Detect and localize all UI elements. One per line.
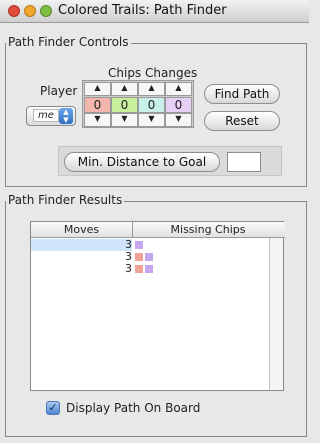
table-row[interactable]: 3 xyxy=(31,239,271,251)
table-row[interactable]: 3 xyxy=(31,263,271,275)
row-moves: 3 xyxy=(125,262,132,275)
window-title: Colored Trails: Path Finder xyxy=(58,3,227,18)
chip-up-button-3[interactable]: ▲ xyxy=(138,82,165,96)
missing-chip xyxy=(135,241,143,249)
chip-value-3: 0 xyxy=(138,97,165,113)
chip-value-1: 0 xyxy=(84,97,111,113)
missing-chip xyxy=(135,253,143,261)
player-value: me xyxy=(33,109,59,122)
stepper-arrows-icon: ▲ ▼ xyxy=(59,108,73,124)
table-row[interactable]: 3 xyxy=(31,251,271,263)
missing-chip xyxy=(145,253,153,261)
chip-up-button-2[interactable]: ▲ xyxy=(111,82,138,96)
chip-down-button-4[interactable]: ▼ xyxy=(165,113,192,127)
display-path-checkbox[interactable]: ✓ xyxy=(46,401,60,415)
chip-up-button-1[interactable]: ▲ xyxy=(84,82,111,96)
player-label: Player xyxy=(40,84,78,98)
results-group-title: Path Finder Results xyxy=(6,193,125,207)
minimize-icon[interactable] xyxy=(24,5,36,17)
results-table-header: Moves Missing Chips xyxy=(31,222,285,238)
find-path-button[interactable]: Find Path xyxy=(204,84,280,104)
title-bar: Colored Trails: Path Finder xyxy=(0,0,309,23)
chip-value-4: 0 xyxy=(165,97,192,113)
row-moves: 3 xyxy=(125,250,132,263)
min-distance-field[interactable] xyxy=(227,152,261,172)
row-moves: 3 xyxy=(31,239,132,251)
results-scrollbar[interactable] xyxy=(269,238,283,390)
zoom-icon[interactable] xyxy=(40,5,52,17)
chip-down-button-2[interactable]: ▼ xyxy=(111,113,138,127)
chip-down-button-3[interactable]: ▼ xyxy=(138,113,165,127)
missing-chip xyxy=(135,265,143,273)
column-moves[interactable]: Moves xyxy=(31,222,133,238)
player-select[interactable]: me ▲ ▼ xyxy=(26,106,76,126)
column-missing-chips[interactable]: Missing Chips xyxy=(133,222,283,238)
min-distance-button[interactable]: Min. Distance to Goal xyxy=(64,152,220,172)
missing-chip xyxy=(145,265,153,273)
results-table: Moves Missing Chips 3 3 3 xyxy=(30,221,285,391)
chips-changes-label: Chips Changes xyxy=(108,66,198,80)
chip-down-button-1[interactable]: ▼ xyxy=(84,113,111,127)
display-path-label: Display Path On Board xyxy=(66,401,201,415)
close-icon[interactable] xyxy=(8,5,20,17)
chip-up-button-4[interactable]: ▲ xyxy=(165,82,192,96)
chip-value-2: 0 xyxy=(111,97,138,113)
controls-group-title: Path Finder Controls xyxy=(6,35,131,49)
reset-button[interactable]: Reset xyxy=(204,111,280,131)
chips-changes-grid: ▲ ▲ ▲ ▲ 0 0 0 0 ▼ ▼ ▼ ▼ xyxy=(82,80,194,128)
